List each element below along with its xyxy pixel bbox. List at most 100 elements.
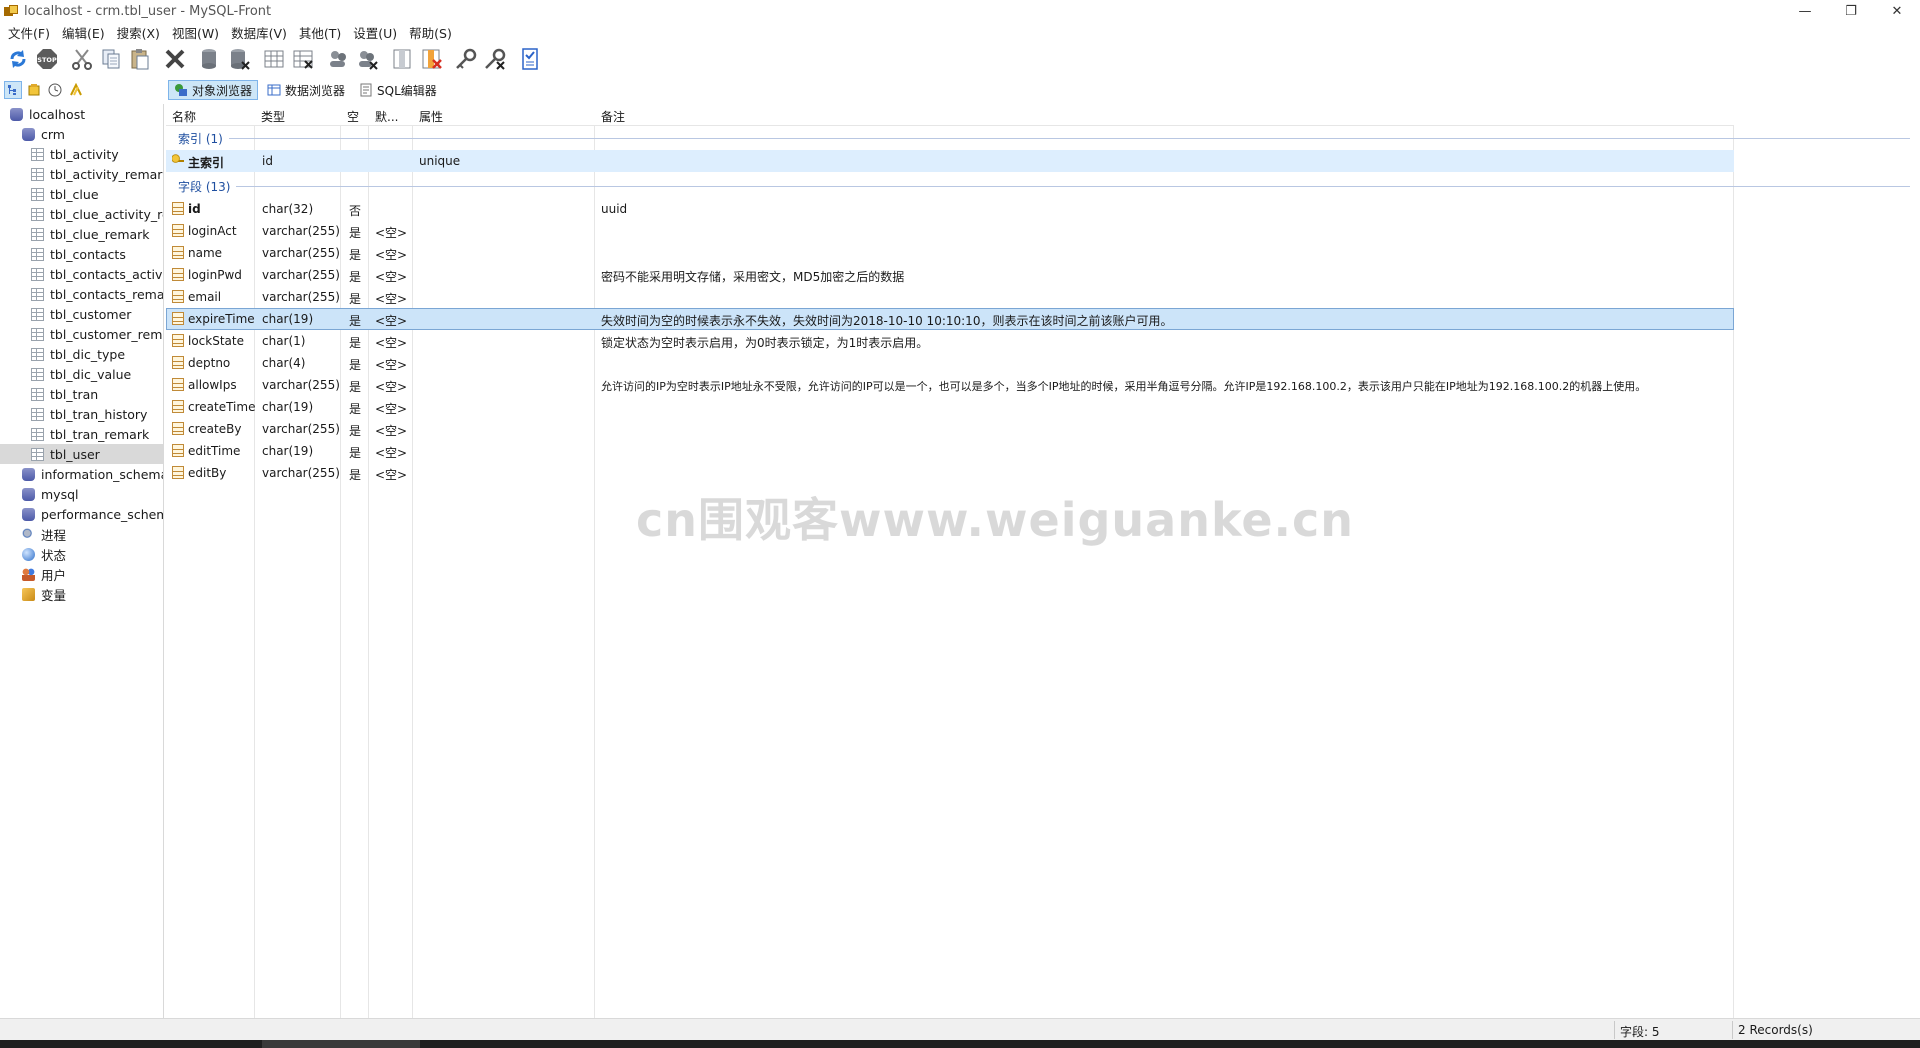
tree-node-table[interactable]: tbl_customer_remar bbox=[0, 324, 163, 344]
menu-database[interactable]: 数据库(V) bbox=[225, 23, 293, 42]
tab-data-browser[interactable]: 数据浏览器 bbox=[262, 80, 350, 100]
menu-file[interactable]: 文件(F) bbox=[2, 23, 56, 42]
table-icon bbox=[31, 427, 44, 441]
title-bar: localhost - crm.tbl_user - MySQL-Front —… bbox=[0, 0, 1920, 22]
tree-node-label: 用户 bbox=[41, 567, 67, 583]
cell-name: editBy bbox=[188, 466, 227, 480]
tree-node-crm[interactable]: crm bbox=[0, 124, 163, 144]
tree-node-table[interactable]: tbl_dic_value bbox=[0, 364, 163, 384]
drop-key-button[interactable] bbox=[481, 45, 509, 73]
tree-node-users[interactable]: 用户 bbox=[0, 564, 163, 584]
menu-search[interactable]: 搜索(X) bbox=[111, 23, 166, 42]
tree-node-table[interactable]: tbl_dic_type bbox=[0, 344, 163, 364]
process-icon bbox=[22, 527, 35, 541]
index-row[interactable]: 主索引 id unique bbox=[166, 150, 1734, 172]
sidebar-history-button[interactable] bbox=[46, 81, 64, 99]
cell-default: <空> bbox=[375, 336, 408, 350]
field-row[interactable]: editBy varchar(255) 是 <空> bbox=[166, 462, 1734, 484]
header-name[interactable]: 名称 bbox=[172, 108, 196, 125]
header-default[interactable]: 默... bbox=[375, 108, 398, 125]
db-create-icon bbox=[202, 49, 216, 69]
tree-node-localhost[interactable]: localhost bbox=[0, 104, 163, 124]
tree-node-database[interactable]: performance_schema bbox=[0, 504, 163, 524]
create-column-button[interactable] bbox=[388, 45, 416, 73]
tree-node-variables[interactable]: 变量 bbox=[0, 584, 163, 604]
tree-node-table[interactable]: tbl_activity bbox=[0, 144, 163, 164]
menu-view[interactable]: 视图(W) bbox=[166, 23, 225, 42]
field-row[interactable]: createBy varchar(255) 是 <空> bbox=[166, 418, 1734, 440]
copy-button[interactable] bbox=[97, 45, 125, 73]
sidebar-bookmark-button[interactable] bbox=[25, 81, 43, 99]
tree-node-table[interactable]: tbl_tran bbox=[0, 384, 163, 404]
header-attributes[interactable]: 属性 bbox=[419, 108, 443, 125]
menu-other[interactable]: 其他(T) bbox=[293, 23, 347, 42]
field-row[interactable]: email varchar(255) 是 <空> bbox=[166, 286, 1734, 308]
cut-button[interactable] bbox=[68, 45, 96, 73]
field-row[interactable]: createTime char(19) 是 <空> bbox=[166, 396, 1734, 418]
refresh-button[interactable] bbox=[4, 45, 32, 73]
field-row[interactable]: editTime char(19) 是 <空> bbox=[166, 440, 1734, 462]
drop-column-button[interactable] bbox=[417, 45, 445, 73]
tree-node-label: tbl_dic_value bbox=[50, 366, 132, 382]
table-delete-icon bbox=[293, 50, 313, 69]
tree-node-table[interactable]: tbl_clue bbox=[0, 184, 163, 204]
sidebar-sql-files-button[interactable] bbox=[67, 81, 85, 99]
drop-database-button[interactable] bbox=[225, 45, 253, 73]
tree-node-table[interactable]: tbl_customer bbox=[0, 304, 163, 324]
stop-button[interactable]: STOP bbox=[33, 45, 61, 73]
field-row[interactable]: deptno char(4) 是 <空> bbox=[166, 352, 1734, 374]
field-row[interactable]: loginAct varchar(255) 是 <空> bbox=[166, 220, 1734, 242]
field-row[interactable]: allowIps varchar(255) 是 <空> 允许访问的IP为空时表示… bbox=[166, 374, 1734, 396]
cell-type: varchar(255) bbox=[262, 224, 340, 238]
field-row[interactable]: name varchar(255) 是 <空> bbox=[166, 242, 1734, 264]
header-comment[interactable]: 备注 bbox=[601, 108, 625, 125]
tree-node-table[interactable]: tbl_contacts_remark bbox=[0, 284, 163, 304]
cell-type: char(19) bbox=[262, 444, 314, 458]
tree-node-table[interactable]: tbl_clue_remark bbox=[0, 224, 163, 244]
tree-node-table[interactable]: tbl_tran_history bbox=[0, 404, 163, 424]
tab-sql-editor[interactable]: SQL编辑器 bbox=[354, 80, 442, 100]
drop-user-button[interactable] bbox=[353, 45, 381, 73]
tree-node-table[interactable]: tbl_activity_remark bbox=[0, 164, 163, 184]
create-key-button[interactable] bbox=[452, 45, 480, 73]
tree-node-processes[interactable]: 进程 bbox=[0, 524, 163, 544]
tree-node-database[interactable]: mysql bbox=[0, 484, 163, 504]
tree-node-table-selected[interactable]: tbl_user bbox=[0, 444, 163, 464]
drop-table-button[interactable] bbox=[289, 45, 317, 73]
tree-node-table[interactable]: tbl_tran_remark bbox=[0, 424, 163, 444]
tree-node-table[interactable]: tbl_contacts bbox=[0, 244, 163, 264]
header-null[interactable]: 空 bbox=[347, 108, 359, 125]
tree-node-status[interactable]: 状态 bbox=[0, 544, 163, 564]
menu-settings[interactable]: 设置(U) bbox=[347, 23, 403, 42]
delete-button[interactable] bbox=[161, 45, 189, 73]
menu-help[interactable]: 帮助(S) bbox=[403, 23, 458, 42]
table-icon bbox=[31, 167, 44, 181]
cell-null: 否 bbox=[349, 204, 362, 218]
field-row[interactable]: id char(32) 否 uuid bbox=[166, 198, 1734, 220]
grid-header: 名称 类型 空 默... 属性 备注 bbox=[166, 104, 1734, 126]
field-row[interactable]: loginPwd varchar(255) 是 <空> 密码不能采用明文存储，采… bbox=[166, 264, 1734, 286]
menu-edit[interactable]: 编辑(E) bbox=[56, 23, 111, 42]
create-table-button[interactable] bbox=[260, 45, 288, 73]
tab-object-browser[interactable]: 对象浏览器 bbox=[168, 80, 259, 100]
tree-node-label: 变量 bbox=[41, 587, 67, 603]
restore-button[interactable]: ❐ bbox=[1828, 0, 1874, 22]
tree-node-table[interactable]: tbl_clue_activity_rela bbox=[0, 204, 163, 224]
tree-node-database[interactable]: information_schema bbox=[0, 464, 163, 484]
tree-node-table[interactable]: tbl_contacts_activity bbox=[0, 264, 163, 284]
cell-default: <空> bbox=[375, 270, 408, 284]
taskbar-edge bbox=[0, 1040, 1920, 1048]
cell-default: <空> bbox=[375, 402, 408, 416]
checklist-button[interactable] bbox=[516, 45, 544, 73]
create-user-button[interactable] bbox=[324, 45, 352, 73]
header-type[interactable]: 类型 bbox=[261, 108, 285, 125]
cell-name: id bbox=[188, 202, 201, 216]
sidebar-tree-button[interactable] bbox=[4, 81, 22, 99]
create-database-button[interactable] bbox=[196, 45, 224, 73]
close-button[interactable]: ✕ bbox=[1874, 0, 1920, 22]
table-icon bbox=[31, 187, 44, 201]
field-row-selected[interactable]: expireTime char(19) 是 <空> 失效时间为空的时候表示永不失… bbox=[166, 308, 1734, 330]
field-row[interactable]: lockState char(1) 是 <空> 锁定状态为空时表示启用，为0时表… bbox=[166, 330, 1734, 352]
paste-button[interactable] bbox=[126, 45, 154, 73]
minimize-button[interactable]: — bbox=[1782, 0, 1828, 22]
